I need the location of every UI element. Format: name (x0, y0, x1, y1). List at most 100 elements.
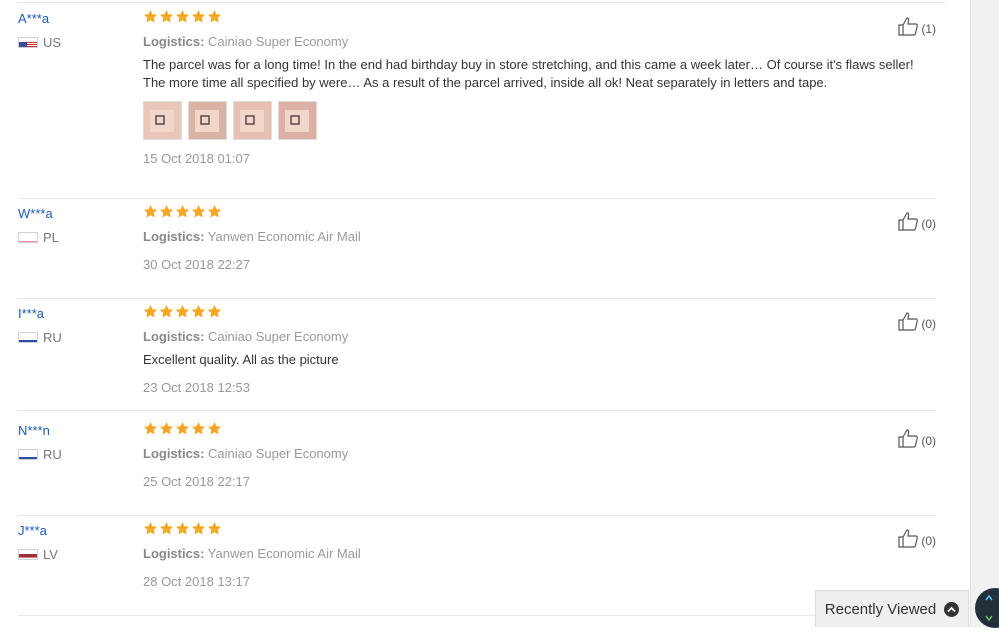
star-icon (143, 421, 158, 441)
star-icon (143, 521, 158, 541)
ru-flag-icon (18, 448, 38, 460)
logistics-method: Yanwen Economic Air Mail (207, 546, 361, 561)
logistics-label: Logistics: (143, 546, 205, 561)
helpful-button[interactable]: (0) (897, 311, 936, 336)
thumbs-up-icon (897, 211, 919, 236)
review-item: I***a RU Logistics: Cainiao Super Economy E… (18, 304, 936, 411)
country-code: US (43, 34, 62, 50)
review-content: Logistics: Yanwen Economic Air Mail 28 Oc… (143, 521, 923, 591)
star-icon (207, 521, 222, 541)
review-date: 30 Oct 2018 22:27 (143, 257, 250, 272)
star-icon (143, 9, 158, 29)
chevron-up-icon (944, 601, 960, 617)
buyer-country: RU (18, 446, 62, 462)
star-icon (159, 9, 174, 29)
logistics-info: Logistics: Yanwen Economic Air Mail (143, 228, 923, 246)
buyer-info: N***n RU (18, 422, 62, 462)
star-rating (143, 9, 923, 29)
star-icon (159, 521, 174, 541)
logistics-label: Logistics: (143, 446, 205, 461)
helpful-count: (1) (921, 21, 936, 36)
star-icon (175, 304, 190, 324)
country-code: RU (43, 446, 62, 462)
lv-flag-icon (18, 548, 38, 560)
buyer-name[interactable]: J***a (18, 522, 58, 540)
star-icon (175, 9, 190, 29)
buyer-name[interactable]: N***n (18, 422, 62, 440)
logistics-label: Logistics: (143, 329, 205, 344)
buyer-country: RU (18, 329, 62, 345)
country-code: LV (43, 546, 58, 562)
helpful-count: (0) (921, 216, 936, 231)
buyer-info: J***a LV (18, 522, 58, 562)
logistics-info: Logistics: Cainiao Super Economy (143, 445, 923, 463)
recently-viewed-label: Recently Viewed (824, 600, 937, 618)
buyer-name[interactable]: I***a (18, 305, 62, 323)
helpful-button[interactable]: (1) (897, 16, 936, 41)
star-icon (191, 9, 206, 29)
top-divider (18, 2, 945, 3)
star-icon (175, 421, 190, 441)
helpful-button[interactable]: (0) (897, 528, 936, 553)
scrollbar[interactable] (970, 0, 999, 627)
buyer-country: PL (18, 229, 59, 245)
star-icon (207, 304, 222, 324)
thumbs-up-icon (897, 428, 919, 453)
logistics-info: Logistics: Yanwen Economic Air Mail (143, 545, 923, 563)
star-icon (159, 204, 174, 224)
buyer-country: LV (18, 546, 58, 562)
star-rating (143, 204, 923, 224)
scroll-to-top-button[interactable] (975, 588, 999, 628)
review-date: 28 Oct 2018 13:17 (143, 574, 250, 589)
review-photo-thumbnail[interactable] (188, 101, 227, 140)
star-icon (191, 304, 206, 324)
review-item: N***n RU Logistics: Cainiao Super Economy 2… (18, 421, 936, 516)
logistics-info: Logistics: Cainiao Super Economy (143, 33, 923, 51)
review-photo-thumbnail[interactable] (233, 101, 272, 140)
buyer-info: I***a RU (18, 305, 62, 345)
pl-flag-icon (18, 231, 38, 243)
review-photo-thumbnail[interactable] (278, 101, 317, 140)
helpful-count: (0) (921, 433, 936, 448)
star-icon (207, 204, 222, 224)
ru-flag-icon (18, 331, 38, 343)
logistics-method: Cainiao Super Economy (208, 446, 349, 461)
star-icon (175, 521, 190, 541)
star-rating (143, 421, 923, 441)
star-icon (191, 204, 206, 224)
review-text: The parcel was for a long time! In the e… (143, 57, 914, 90)
star-rating (143, 304, 923, 324)
star-rating (143, 521, 923, 541)
country-code: RU (43, 329, 62, 345)
star-icon (191, 521, 206, 541)
us-flag-icon (18, 36, 38, 48)
thumbs-up-icon (897, 311, 919, 336)
star-icon (159, 304, 174, 324)
scroll-arrows-icon (985, 594, 993, 622)
star-icon (207, 421, 222, 441)
star-icon (143, 304, 158, 324)
review-item: W***a PL Logistics: Yanwen Economic Air Ma… (18, 204, 936, 299)
star-icon (175, 204, 190, 224)
buyer-country: US (18, 34, 61, 50)
review-text: Excellent quality. All as the picture (143, 352, 339, 367)
helpful-count: (0) (921, 316, 936, 331)
logistics-label: Logistics: (143, 34, 205, 49)
review-item: A***a US Logistics: Cainiao Super Economy T… (18, 9, 936, 199)
review-date: 15 Oct 2018 01:07 (143, 151, 250, 166)
star-icon (159, 421, 174, 441)
buyer-name[interactable]: A***a (18, 10, 61, 28)
buyer-info: W***a PL (18, 205, 59, 245)
star-icon (207, 9, 222, 29)
helpful-button[interactable]: (0) (897, 428, 936, 453)
logistics-method: Yanwen Economic Air Mail (207, 229, 361, 244)
buyer-name[interactable]: W***a (18, 205, 59, 223)
star-icon (191, 421, 206, 441)
helpful-button[interactable]: (0) (897, 211, 936, 236)
review-content: Logistics: Cainiao Super Economy 25 Oct 2… (143, 421, 923, 491)
review-date: 25 Oct 2018 22:17 (143, 474, 250, 489)
recently-viewed-button[interactable]: Recently Viewed (815, 590, 969, 627)
logistics-label: Logistics: (143, 229, 205, 244)
review-photo-thumbnail[interactable] (143, 101, 182, 140)
review-content: Logistics: Yanwen Economic Air Mail 30 Oc… (143, 204, 923, 274)
